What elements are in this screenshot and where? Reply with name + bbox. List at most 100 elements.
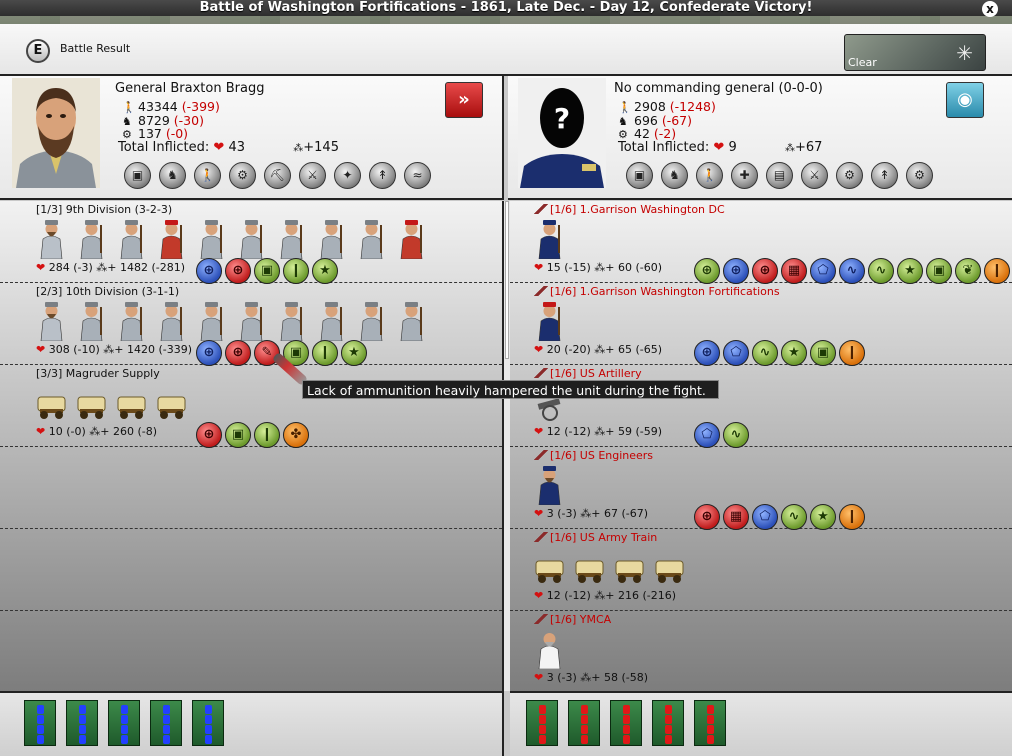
inf-unit-icon[interactable]: [356, 215, 387, 259]
militia-badge-icon[interactable]: ⚔: [801, 162, 828, 189]
wagon-unit-icon[interactable]: [574, 543, 605, 587]
unit-row[interactable]: [1/6] US Army Train ❤ 12 (-12) ⁂+ 216 (-2…: [510, 529, 1012, 611]
orange-trait-icon[interactable]: ✤: [283, 422, 309, 448]
clear-button[interactable]: ✳ Clear: [844, 34, 986, 71]
militia-badge-icon[interactable]: ⚔: [299, 162, 326, 189]
wagon-unit-icon[interactable]: [614, 543, 645, 587]
green-trait-icon[interactable]: ★: [810, 504, 836, 530]
green-trait-icon[interactable]: ⊕: [694, 258, 720, 284]
green-trait-icon[interactable]: ∿: [868, 258, 894, 284]
artillery-badge-icon[interactable]: ⚙: [836, 162, 863, 189]
infantry-badge-icon[interactable]: 🚶: [696, 162, 723, 189]
wagon-badge-icon[interactable]: ▤: [766, 162, 793, 189]
division-row[interactable]: [1/3] 9th Division (3-2-3) ❤ 284 (-3) ⁂+ …: [0, 201, 502, 284]
defend-icon[interactable]: ◉: [946, 82, 984, 118]
leader-unit-icon[interactable]: [36, 297, 67, 341]
zouave-unit-icon[interactable]: [534, 297, 565, 341]
green-trait-icon[interactable]: ∿: [752, 340, 778, 366]
unit-row[interactable]: [1/6] YMCA ❤ 3 (-3) ⁂+ 58 (-58): [510, 611, 1012, 693]
artillery-badge-icon[interactable]: ⚙: [229, 162, 256, 189]
blue-trait-icon[interactable]: ⊕: [196, 258, 222, 284]
infantry-badge-icon[interactable]: 🚶: [194, 162, 221, 189]
wagon-unit-icon[interactable]: [116, 379, 147, 423]
unit-row[interactable]: [1/6] 1.Garrison Washington DC ❤ 15 (-15)…: [510, 201, 1012, 284]
green-trait-icon[interactable]: ▣: [926, 258, 952, 284]
engineer-badge-icon[interactable]: ⛏: [264, 162, 291, 189]
green-trait-icon[interactable]: ★: [341, 340, 367, 366]
cavalry-badge-icon[interactable]: ♞: [159, 162, 186, 189]
inf-unit-icon[interactable]: [396, 297, 427, 341]
inf-unit-icon[interactable]: [316, 215, 347, 259]
leader-unit-icon[interactable]: [36, 215, 67, 259]
wagon-unit-icon[interactable]: [36, 379, 67, 423]
inf-unit-icon[interactable]: [356, 297, 387, 341]
green-trait-icon[interactable]: ❙: [312, 340, 338, 366]
e-badge-icon[interactable]: E: [26, 39, 50, 63]
skirmish-badge-icon[interactable]: ↟: [369, 162, 396, 189]
skirmish-badge-icon[interactable]: ↟: [871, 162, 898, 189]
civilian-unit-icon[interactable]: [534, 625, 565, 669]
unit-row[interactable]: [1/6] US Artillery ❤ 12 (-12) ⁂+ 59 (-59)…: [510, 365, 1012, 448]
blue-trait-icon[interactable]: ⬠: [723, 340, 749, 366]
red-trait-icon[interactable]: ⊕: [225, 258, 251, 284]
green-trait-icon[interactable]: ★: [781, 340, 807, 366]
blue-trait-icon[interactable]: ⬠: [694, 422, 720, 448]
blue-trait-icon[interactable]: ∿: [839, 258, 865, 284]
inf-unit-icon[interactable]: [76, 215, 107, 259]
green-trait-icon[interactable]: ★: [897, 258, 923, 284]
green-trait-icon[interactable]: ∿: [723, 422, 749, 448]
river-badge-icon[interactable]: ≈: [404, 162, 431, 189]
orange-trait-icon[interactable]: ❙: [984, 258, 1010, 284]
zouave-unit-icon[interactable]: [156, 215, 187, 259]
inf-unit-icon[interactable]: [196, 297, 227, 341]
inf-unit-icon[interactable]: [316, 297, 347, 341]
green-trait-icon[interactable]: ∿: [781, 504, 807, 530]
green-trait-icon[interactable]: ★: [312, 258, 338, 284]
supply-badge-icon[interactable]: ▣: [626, 162, 653, 189]
green-trait-icon[interactable]: ❦: [955, 258, 981, 284]
inf-unit-icon[interactable]: [236, 215, 267, 259]
red-trait-icon[interactable]: ▦: [781, 258, 807, 284]
red-trait-icon[interactable]: ⊕: [752, 258, 778, 284]
green-trait-icon[interactable]: ▣: [225, 422, 251, 448]
red-trait-icon[interactable]: ▦: [723, 504, 749, 530]
red-trait-icon[interactable]: ⊕: [196, 422, 222, 448]
orange-trait-icon[interactable]: ❙: [839, 504, 865, 530]
division-row[interactable]: [3/3] Magruder Supply ❤ 10 (-0) ⁂+ 260 (-…: [0, 365, 502, 448]
green-trait-icon[interactable]: ▣: [254, 258, 280, 284]
scrollbar-thumb[interactable]: [505, 201, 509, 359]
blue-trait-icon[interactable]: ⬠: [752, 504, 778, 530]
green-trait-icon[interactable]: ❙: [254, 422, 280, 448]
close-button[interactable]: x: [982, 1, 998, 17]
inf-unit-icon[interactable]: [276, 297, 307, 341]
division-row[interactable]: [2/3] 10th Division (3-1-1) ❤ 308 (-10) ⁂…: [0, 283, 502, 366]
wagon-unit-icon[interactable]: [156, 379, 187, 423]
inf-unit-icon[interactable]: [156, 297, 187, 341]
inf-unit-icon[interactable]: [76, 297, 107, 341]
blue-trait-icon[interactable]: ⊕: [723, 258, 749, 284]
medic-badge-icon[interactable]: ✚: [731, 162, 758, 189]
wagon-unit-icon[interactable]: [76, 379, 107, 423]
red-trait-icon[interactable]: ⊕: [694, 504, 720, 530]
blue-trait-icon[interactable]: ⊕: [196, 340, 222, 366]
red-trait-icon[interactable]: ⊕: [225, 340, 251, 366]
wagon-unit-icon[interactable]: [534, 543, 565, 587]
green-trait-icon[interactable]: ▣: [810, 340, 836, 366]
unit-row[interactable]: [1/6] 1.Garrison Washington Fortificatio…: [510, 283, 1012, 366]
blue-trait-icon[interactable]: ⬠: [810, 258, 836, 284]
supply-badge-icon[interactable]: ▣: [124, 162, 151, 189]
elite-badge-icon[interactable]: ✦: [334, 162, 361, 189]
inf-unit-icon[interactable]: [236, 297, 267, 341]
inf-unit-icon[interactable]: [276, 215, 307, 259]
engineer-unit-icon[interactable]: [534, 461, 565, 505]
soldier-unit-icon[interactable]: [534, 215, 565, 259]
orange-trait-icon[interactable]: ❙: [839, 340, 865, 366]
inf-unit-icon[interactable]: [196, 215, 227, 259]
zouave-unit-icon[interactable]: [396, 215, 427, 259]
cavalry-badge-icon[interactable]: ♞: [661, 162, 688, 189]
cannon-badge-icon[interactable]: ⚙: [906, 162, 933, 189]
assault-icon[interactable]: »: [445, 82, 483, 118]
unit-row[interactable]: [1/6] US Engineers ❤ 3 (-3) ⁂+ 67 (-67) ⊕ ▦…: [510, 447, 1012, 530]
inf-unit-icon[interactable]: [116, 215, 147, 259]
blue-trait-icon[interactable]: ⊕: [694, 340, 720, 366]
